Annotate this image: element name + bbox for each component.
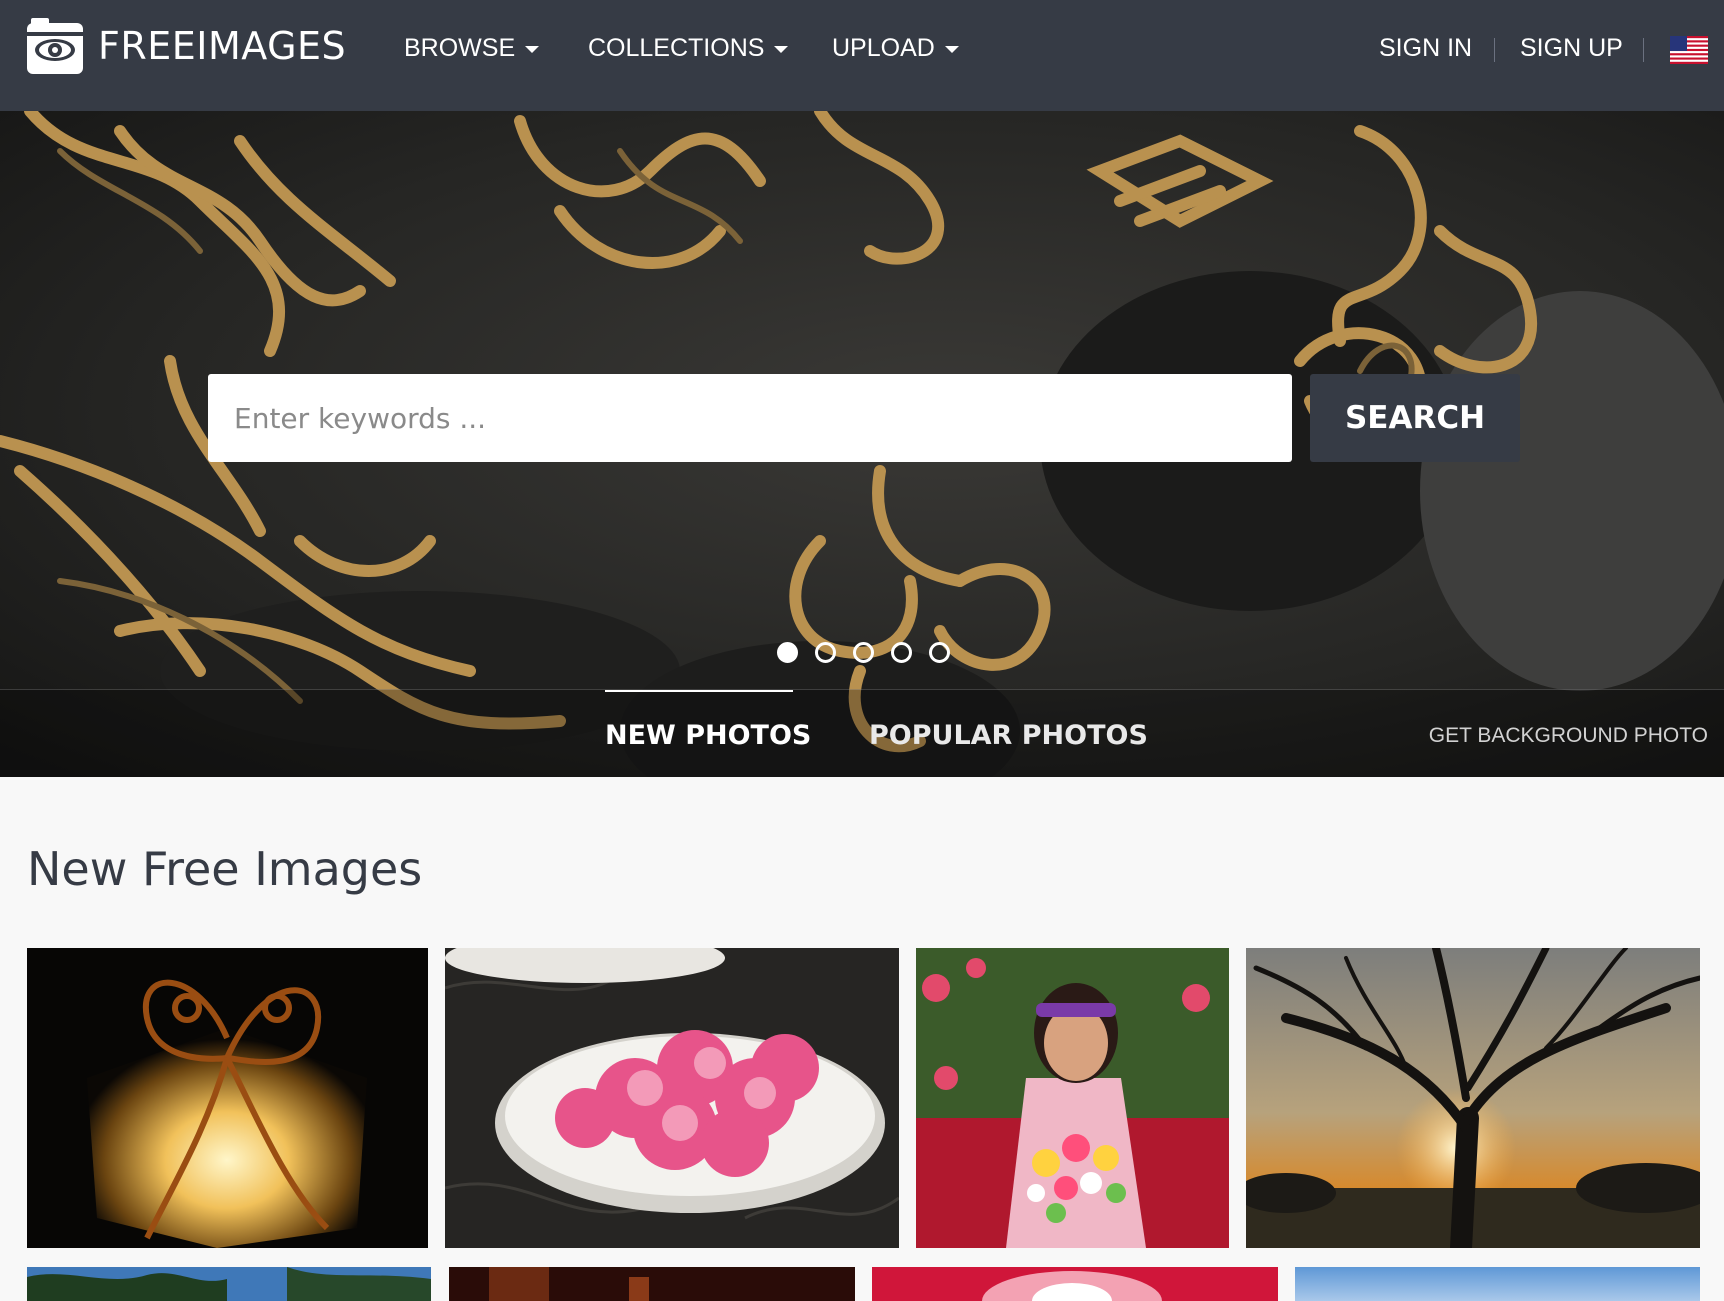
glowing-gift-box-image: [27, 948, 428, 1248]
chevron-down-icon: [525, 46, 540, 53]
girl-with-bouquet-image: [916, 948, 1229, 1248]
dark-red-scene-image: [449, 1267, 855, 1301]
carousel-dot-1[interactable]: [777, 642, 798, 663]
nav-collections-label: COLLECTIONS: [588, 34, 765, 62]
sky-trees-image: [27, 1267, 431, 1301]
us-flag-icon[interactable]: [1670, 36, 1708, 64]
nav-upload-label: UPLOAD: [832, 34, 935, 62]
image-thumbnail[interactable]: [1295, 1267, 1700, 1301]
section-title: New Free Images: [27, 842, 423, 896]
red-flower-closeup-image: [872, 1267, 1278, 1301]
divider: [1643, 38, 1644, 62]
photo-tabs-bar: NEW PHOTOS POPULAR PHOTOS GET BACKGROUND…: [0, 689, 1724, 777]
tab-popular-photos[interactable]: POPULAR PHOTOS: [869, 720, 1148, 751]
nav-browse-label: BROWSE: [404, 34, 516, 62]
carousel-dot-4[interactable]: [891, 642, 912, 663]
sign-in-link[interactable]: SIGN IN: [1379, 34, 1472, 63]
camera-eye-logo-icon: [27, 18, 83, 74]
carousel-dot-3[interactable]: [853, 642, 874, 663]
top-navbar: FREEIMAGES BROWSE COLLECTIONS UPLOAD SIG…: [0, 0, 1724, 111]
brand-name: FREEIMAGES: [98, 24, 347, 68]
image-thumbnail[interactable]: [27, 1267, 431, 1301]
logo[interactable]: FREEIMAGES: [27, 18, 346, 74]
search-button[interactable]: SEARCH: [1310, 374, 1520, 462]
chevron-down-icon: [944, 46, 959, 53]
tab-new-photos[interactable]: NEW PHOTOS: [605, 690, 811, 751]
image-thumbnail[interactable]: [27, 948, 428, 1248]
nav-browse[interactable]: BROWSE: [404, 34, 540, 63]
pink-flowers-bowl-image: [445, 948, 899, 1248]
chevron-down-icon: [774, 46, 789, 53]
tree-sunset-image: [1246, 948, 1700, 1248]
image-thumbnail[interactable]: [916, 948, 1229, 1248]
sign-up-link[interactable]: SIGN UP: [1520, 34, 1623, 63]
carousel-dot-2[interactable]: [815, 642, 836, 663]
divider: [1494, 38, 1495, 62]
search-input[interactable]: [208, 374, 1292, 462]
hero-banner: SEARCH NEW PHOTOS POPULAR PHOTOS GET BAC…: [0, 111, 1724, 777]
carousel-dot-5[interactable]: [929, 642, 950, 663]
nav-upload[interactable]: UPLOAD: [832, 34, 959, 63]
image-thumbnail[interactable]: [1246, 948, 1700, 1248]
image-thumbnail[interactable]: [445, 948, 899, 1248]
nav-collections[interactable]: COLLECTIONS: [588, 34, 789, 63]
image-thumbnail[interactable]: [872, 1267, 1278, 1301]
image-thumbnail[interactable]: [449, 1267, 855, 1301]
get-background-photo-link[interactable]: GET BACKGROUND PHOTO: [1429, 724, 1708, 748]
blue-sky-image: [1295, 1267, 1700, 1301]
carousel-indicators: [777, 642, 950, 663]
